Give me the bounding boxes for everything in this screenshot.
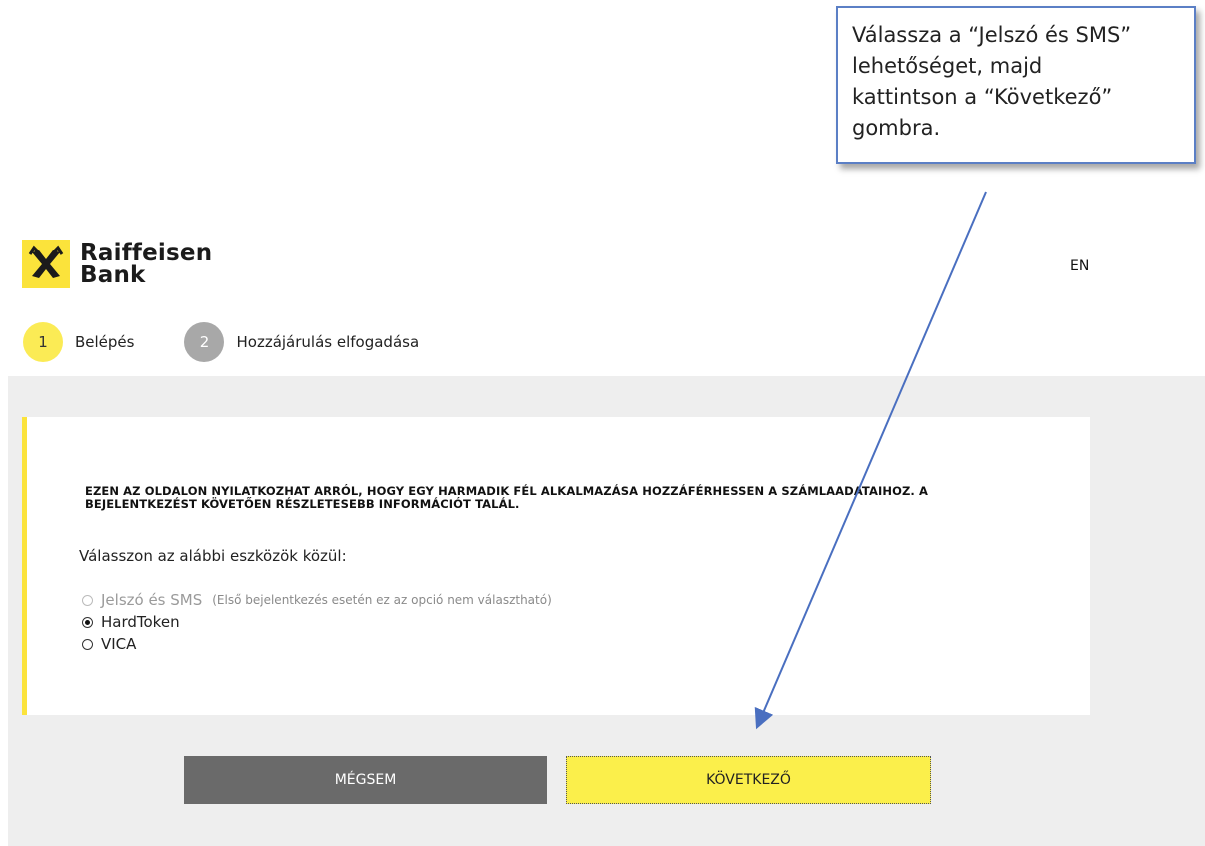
callout-line-4: gombra. [852, 116, 941, 140]
raiffeisen-logo: Raiffeisen Bank [22, 240, 212, 288]
raiffeisen-gable-cross-icon [22, 240, 70, 288]
cancel-button[interactable]: MÉGSEM [184, 756, 547, 804]
progress-steps: 1 Belépés 2 Hozzájárulás elfogadása [23, 322, 419, 362]
brand-line-1: Raiffeisen [80, 240, 213, 266]
instruction-callout: Válassza a “Jelszó és SMS” lehetőséget, … [836, 6, 1196, 164]
next-button[interactable]: KÖVETKEZŐ [566, 756, 931, 804]
callout-line-1: Válassza a “Jelszó és SMS” [852, 23, 1132, 47]
step-1-number: 1 [23, 322, 63, 362]
step-2-number: 2 [184, 322, 225, 362]
option-password-sms-note: (Első bejelentkezés esetén ez az opció n… [212, 593, 552, 607]
radio-hardtoken[interactable] [82, 616, 93, 628]
option-password-sms: Jelszó és SMS (Első bejelentkezés esetén… [82, 589, 552, 611]
option-hardtoken-label[interactable]: HardToken [101, 613, 180, 631]
auth-method-card: EZEN AZ OLDALON NYILATKOZHAT ARRÓL, HOGY… [22, 417, 1090, 715]
step-2-label: Hozzájárulás elfogadása [236, 333, 420, 351]
language-switch-link[interactable]: EN [1070, 258, 1089, 274]
consent-notice: EZEN AZ OLDALON NYILATKOZHAT ARRÓL, HOGY… [85, 485, 1035, 511]
method-prompt: Válasszon az alábbi eszközök közül: [79, 547, 347, 565]
callout-line-2: lehetőséget, majd [852, 54, 1043, 78]
brand-line-2: Bank [80, 262, 146, 288]
step-1-label: Belépés [75, 333, 135, 351]
radio-password-sms [82, 594, 93, 606]
auth-method-options: Jelszó és SMS (Első bejelentkezés esetén… [82, 589, 552, 655]
callout-line-3: kattintson a “Következő” [852, 85, 1113, 109]
brand-name: Raiffeisen Bank [80, 240, 213, 288]
option-vica-label[interactable]: VICA [101, 635, 136, 653]
option-hardtoken[interactable]: HardToken [82, 611, 552, 633]
radio-vica[interactable] [82, 638, 93, 650]
option-vica[interactable]: VICA [82, 633, 552, 655]
option-password-sms-label: Jelszó és SMS [101, 591, 203, 609]
notice-line-2: BEJELENTKEZÉST KÖVETŐEN RÉSZLETESEBB INF… [85, 497, 520, 511]
